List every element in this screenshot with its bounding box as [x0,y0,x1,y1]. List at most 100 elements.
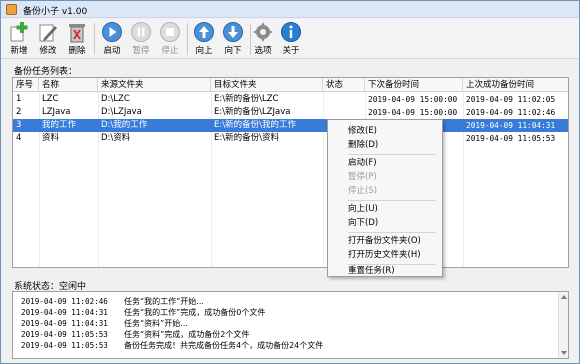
log-message: 任务“我的工作”开始... [124,297,204,306]
edit-button[interactable]: 修改 [34,21,62,57]
cell-status [323,106,365,119]
pencil-icon [39,24,57,42]
cell-source: D:\资料 [101,133,131,143]
cell-name: 我的工作 [42,120,77,130]
move-down-button-label: 向下 [224,46,242,56]
cell-target: E:\新的备份\资料 [214,133,279,143]
cell-name: LZJava [42,107,71,117]
pause-button[interactable]: 暂停 [127,21,155,57]
new-button-label: 新增 [10,46,28,56]
cell-name: 资料 [42,133,60,143]
task-table[interactable]: 序号 名称 来源文件夹 目标文件夹 状态 下次备份时间 上次成功备份时间 1 L… [12,77,569,268]
log-scrollbar[interactable] [558,292,568,358]
log-message: 任务“资料”完成，成功备份2个文件 [124,330,250,339]
log-time: 2019-04-09 11:04:31 [21,308,108,317]
move-up-button[interactable]: 向上 [190,21,218,57]
cell-name: LZC [42,94,59,104]
plus-icon [10,22,28,42]
log-message: 备份任务完成！共完成备份任务4个，成功备份24个文件 [124,341,324,350]
options-button-label: 选项 [254,46,272,56]
stop-button[interactable]: 停止 [156,21,184,57]
pause-button-label: 暂停 [132,46,150,56]
cell-last: 2019-04-09 11:05:53 [466,134,556,143]
log-time: 2019-04-09 11:04:31 [21,319,108,328]
app-icon [6,4,17,15]
move-down-button[interactable]: 向下 [219,21,247,57]
stop-button-label: 停止 [161,46,179,56]
cell-next: 2019-04-09 15:00:00 [368,95,458,104]
toolbar: 新增 修改 删除 启动 暂停 停止 向上 向下 选项 关于 [1,19,579,59]
toolbar-separator [187,23,188,55]
move-up-button-label: 向上 [195,46,213,56]
log-time: 2019-04-09 11:05:53 [21,330,108,339]
column-header-last[interactable]: 上次成功备份时间 [463,78,568,92]
gear-icon [253,22,273,42]
table-row[interactable]: 2 LZJava D:\LZJava E:\新的备份\LZJava 2019-0… [13,106,568,119]
scroll-up-icon[interactable] [561,295,567,299]
delete-button[interactable]: 删除 [63,21,91,57]
delete-button-label: 删除 [68,46,86,56]
pause-icon [131,22,151,42]
menu-item-open-backup-folder[interactable]: 打开备份文件夹(O) [330,235,440,247]
cell-target: E:\新的备份\LZJava [214,107,291,117]
task-list-label: 备份任务列表： [14,67,78,77]
menu-item-stop[interactable]: 停止(S) [330,185,440,197]
toolbar-separator [94,23,95,55]
title-bar: 备份小子 v1.00 [1,1,579,18]
menu-item-reset-task[interactable]: 重置任务(R) [330,265,440,277]
cell-source: D:\LZJava [101,107,142,117]
column-header-source[interactable]: 来源文件夹 [98,78,211,92]
menu-item-edit[interactable]: 修改(E) [330,125,440,137]
cell-num: 3 [16,120,22,130]
cell-last: 2019-04-09 11:02:05 [466,95,556,104]
cell-source: D:\LZC [101,94,130,104]
cell-num: 1 [16,94,22,104]
menu-separator [348,200,436,201]
menu-item-move-up[interactable]: 向上(U) [330,203,440,215]
column-header-next[interactable]: 下次备份时间 [365,78,463,92]
cell-last: 2019-04-09 11:04:31 [466,121,556,130]
log-message: 任务“我的工作”完成，成功备份0个文件 [124,308,266,317]
column-header-target[interactable]: 目标文件夹 [211,78,323,92]
context-menu: 修改(E) 删除(D) 启动(F) 暂停(P) 停止(S) 向上(U) 向下(D… [327,119,443,277]
menu-item-delete[interactable]: 删除(D) [330,139,440,151]
scroll-down-icon[interactable] [561,351,567,355]
app-window: 备份小子 v1.00 新增 修改 删除 启动 暂停 停止 向上 向下 选项 关于… [0,0,580,364]
cell-num: 2 [16,107,22,117]
column-header-name[interactable]: 名称 [39,78,98,92]
log-message: 任务“资料”开始... [124,319,188,328]
menu-separator [348,232,436,233]
menu-item-open-history-folder[interactable]: 打开历史文件夹(H) [330,249,440,261]
log-time: 2019-04-09 11:02:46 [21,297,108,306]
edit-button-label: 修改 [39,46,57,56]
stop-icon [160,22,180,42]
arrow-up-icon [194,22,214,42]
menu-item-start[interactable]: 启动(F) [330,157,440,169]
menu-item-move-down[interactable]: 向下(D) [330,217,440,229]
table-row[interactable]: 1 LZC D:\LZC E:\新的备份\LZC 2019-04-09 15:0… [13,93,568,106]
log-time: 2019-04-09 11:05:53 [21,341,108,350]
new-button[interactable]: 新增 [5,21,33,57]
about-button-label: 关于 [282,46,300,56]
cell-target: E:\新的备份\LZC [214,94,279,104]
column-header-num[interactable]: 序号 [13,78,39,92]
cell-last: 2019-04-09 11:02:46 [466,108,556,117]
log-panel[interactable]: 2019-04-09 11:02:46 任务“我的工作”开始... 2019-0… [12,291,569,359]
start-button-label: 启动 [103,46,121,56]
cell-status [323,93,365,106]
cell-num: 4 [16,133,22,143]
info-icon [281,22,301,42]
cell-target: E:\新的备份\我的工作 [214,120,296,130]
column-header-status[interactable]: 状态 [323,78,365,92]
arrow-down-icon [223,22,243,42]
table-row[interactable]: 4 资料 D:\资料 E:\新的备份\资料 2019-04-09 11:05:5… [13,132,568,145]
start-button[interactable]: 启动 [98,21,126,57]
about-button[interactable]: 关于 [277,21,305,57]
window-title: 备份小子 v1.00 [23,7,88,17]
cell-next: 2019-04-09 15:00:00 [368,108,458,117]
menu-item-pause[interactable]: 暂停(P) [330,171,440,183]
cell-source: D:\我的工作 [101,120,148,130]
table-row-selected[interactable]: 3 我的工作 D:\我的工作 E:\新的备份\我的工作 2019-04-09 1… [13,119,568,132]
options-button[interactable]: 选项 [249,21,277,57]
trash-icon [69,24,85,43]
